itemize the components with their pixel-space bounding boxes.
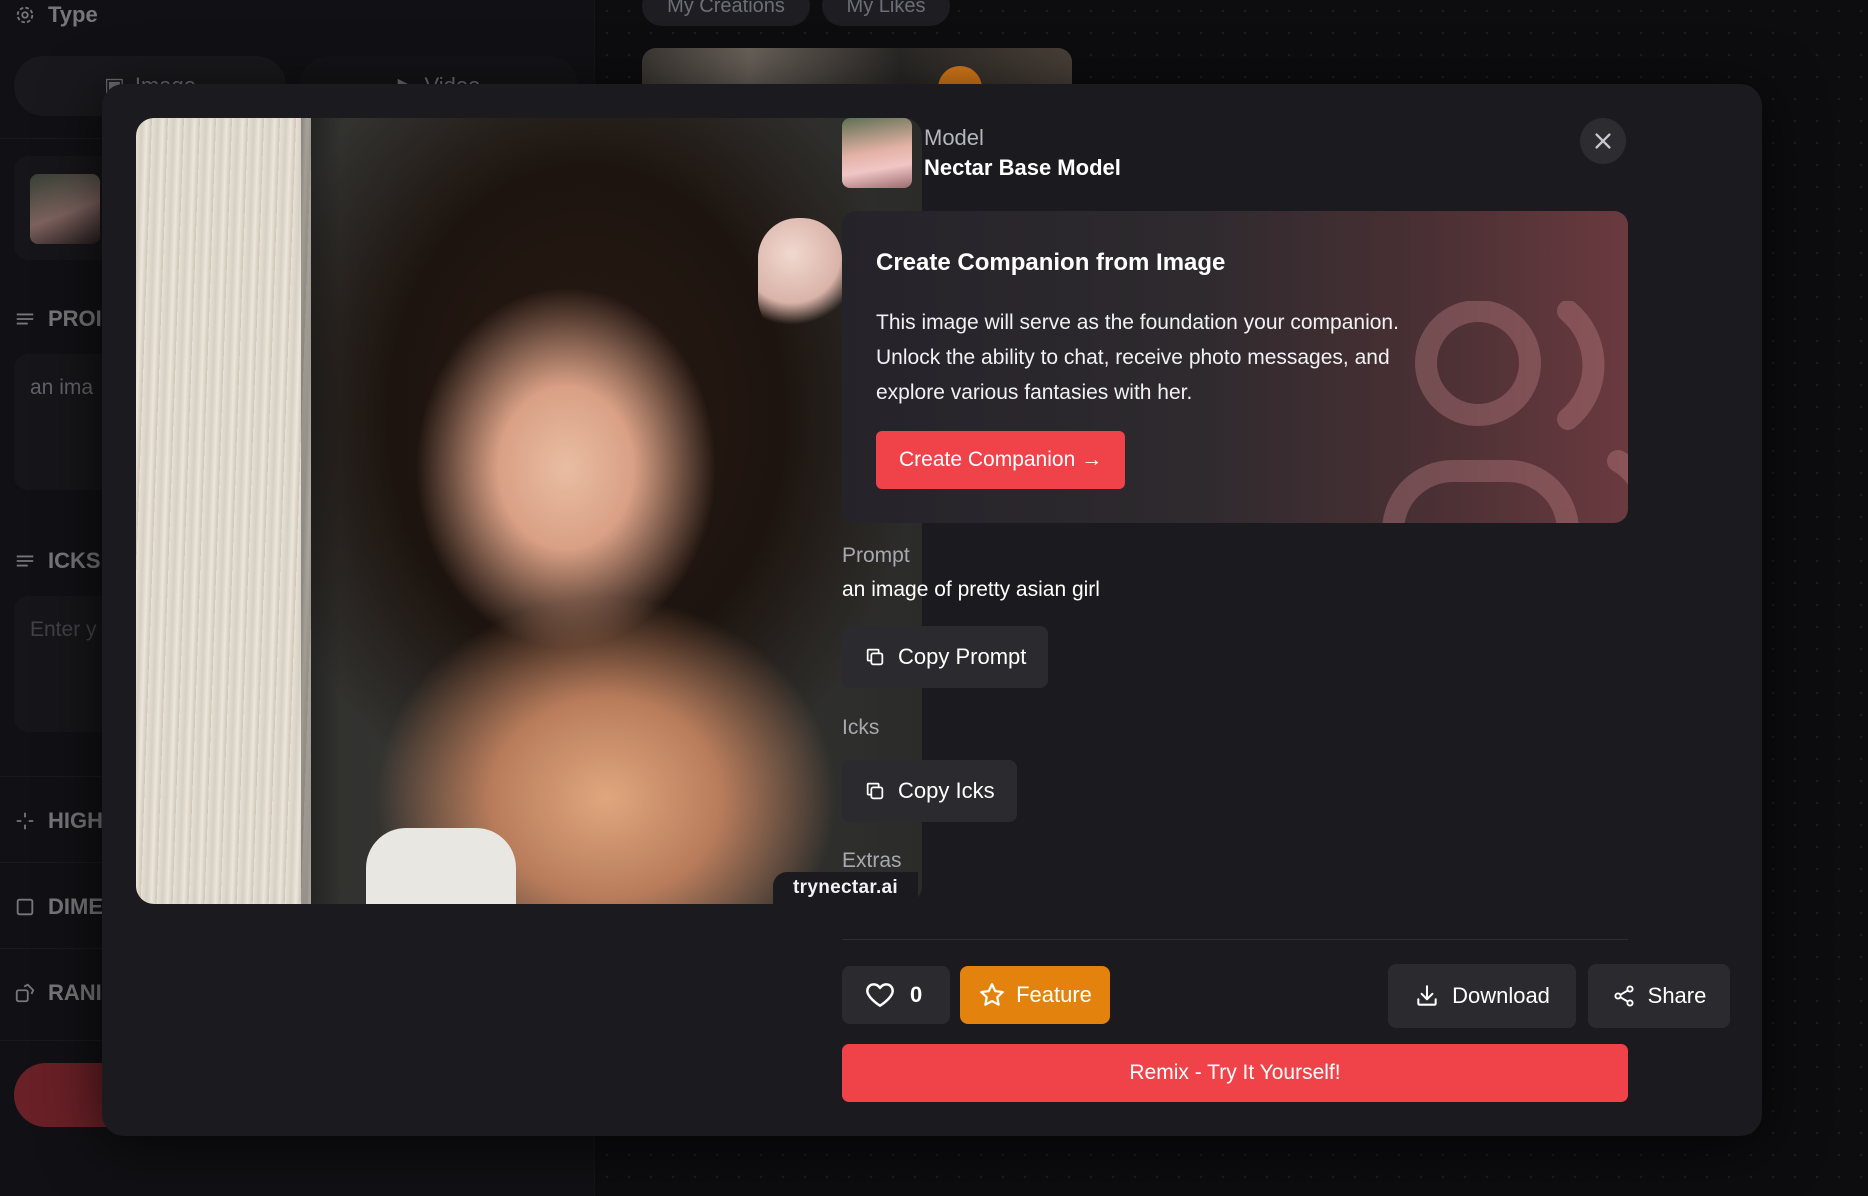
download-button[interactable]: Download	[1388, 964, 1576, 1028]
download-label: Download	[1452, 983, 1550, 1008]
like-button[interactable]: 0	[842, 966, 950, 1024]
image-curtain-detail	[136, 118, 341, 904]
icks-textarea-placeholder: Enter y	[30, 618, 97, 641]
random-title: RANI	[48, 980, 102, 1005]
type-title: Type	[48, 2, 98, 27]
remix-button[interactable]: Remix - Try It Yourself!	[842, 1044, 1628, 1102]
create-companion-card: Create Companion from Image This image w…	[842, 211, 1628, 523]
icks-title: ICKS	[48, 548, 101, 573]
model-avatar	[842, 118, 912, 188]
highres-section-title[interactable]: HIGH	[14, 808, 103, 834]
copy-prompt-button[interactable]: Copy Prompt	[842, 626, 1049, 688]
share-button[interactable]: Share	[1588, 964, 1730, 1028]
model-info: Model Nectar Base Model	[842, 118, 1121, 188]
download-icon	[1417, 985, 1437, 1006]
copy-icks-label: Copy Icks	[898, 778, 995, 803]
copy-icks-button[interactable]: Copy Icks	[842, 760, 1017, 822]
feature-button[interactable]: Feature	[960, 966, 1110, 1024]
square-icon	[16, 898, 34, 916]
close-button[interactable]	[1580, 118, 1626, 164]
companion-title: Create Companion from Image	[876, 249, 1226, 276]
model-name: Nectar Base Model	[924, 155, 1121, 180]
copy-icon	[866, 782, 884, 800]
create-companion-button[interactable]: Create Companion →	[876, 431, 1126, 489]
share-icon	[1614, 985, 1634, 1007]
lines-icon	[16, 555, 34, 567]
star-icon	[980, 983, 1004, 1006]
tab-my-creations[interactable]: My Creations	[642, 0, 810, 26]
companion-description: This image will serve as the foundation …	[876, 311, 1399, 404]
feature-label: Feature	[1016, 982, 1092, 1007]
prompt-text: an image of pretty asian girl	[842, 578, 1100, 601]
image-detail-modal: trynectar.ai Model Nectar Base Model Cre…	[102, 84, 1762, 1136]
dice-icon	[15, 983, 35, 1003]
tab-my-likes[interactable]: My Likes	[822, 0, 950, 26]
copy-prompt-label: Copy Prompt	[898, 644, 1027, 669]
highres-title: HIGH	[48, 808, 103, 833]
dimensions-section-title[interactable]: DIME	[14, 894, 103, 920]
share-label: Share	[1647, 983, 1707, 1008]
actions-divider	[842, 939, 1628, 940]
lines-icon	[16, 313, 34, 325]
type-section-title: Type	[14, 2, 98, 28]
prompt-title: PROI	[48, 306, 102, 331]
dimensions-title: DIME	[48, 894, 103, 919]
prompt-label: Prompt	[842, 544, 910, 567]
like-count: 0	[910, 982, 923, 1007]
prompt-textarea-value: an ima	[30, 376, 94, 399]
prompt-section-title: PROI	[14, 306, 102, 332]
icks-label: Icks	[842, 716, 880, 739]
icks-section-title: ICKS	[14, 548, 101, 574]
heart-icon	[866, 983, 894, 1007]
close-icon	[1595, 133, 1611, 149]
image-flower-detail	[758, 218, 842, 338]
generated-image: trynectar.ai	[136, 118, 922, 904]
watermark: trynectar.ai	[773, 872, 918, 904]
sparkle-icon	[16, 812, 34, 830]
random-section-title[interactable]: RANI	[14, 980, 102, 1006]
selected-model-thumbnail	[30, 174, 100, 244]
copy-icon	[866, 648, 884, 666]
extras-label: Extras	[842, 849, 902, 872]
model-label: Model	[924, 125, 984, 150]
image-dress-detail	[366, 828, 516, 904]
gear-icon	[16, 6, 34, 24]
